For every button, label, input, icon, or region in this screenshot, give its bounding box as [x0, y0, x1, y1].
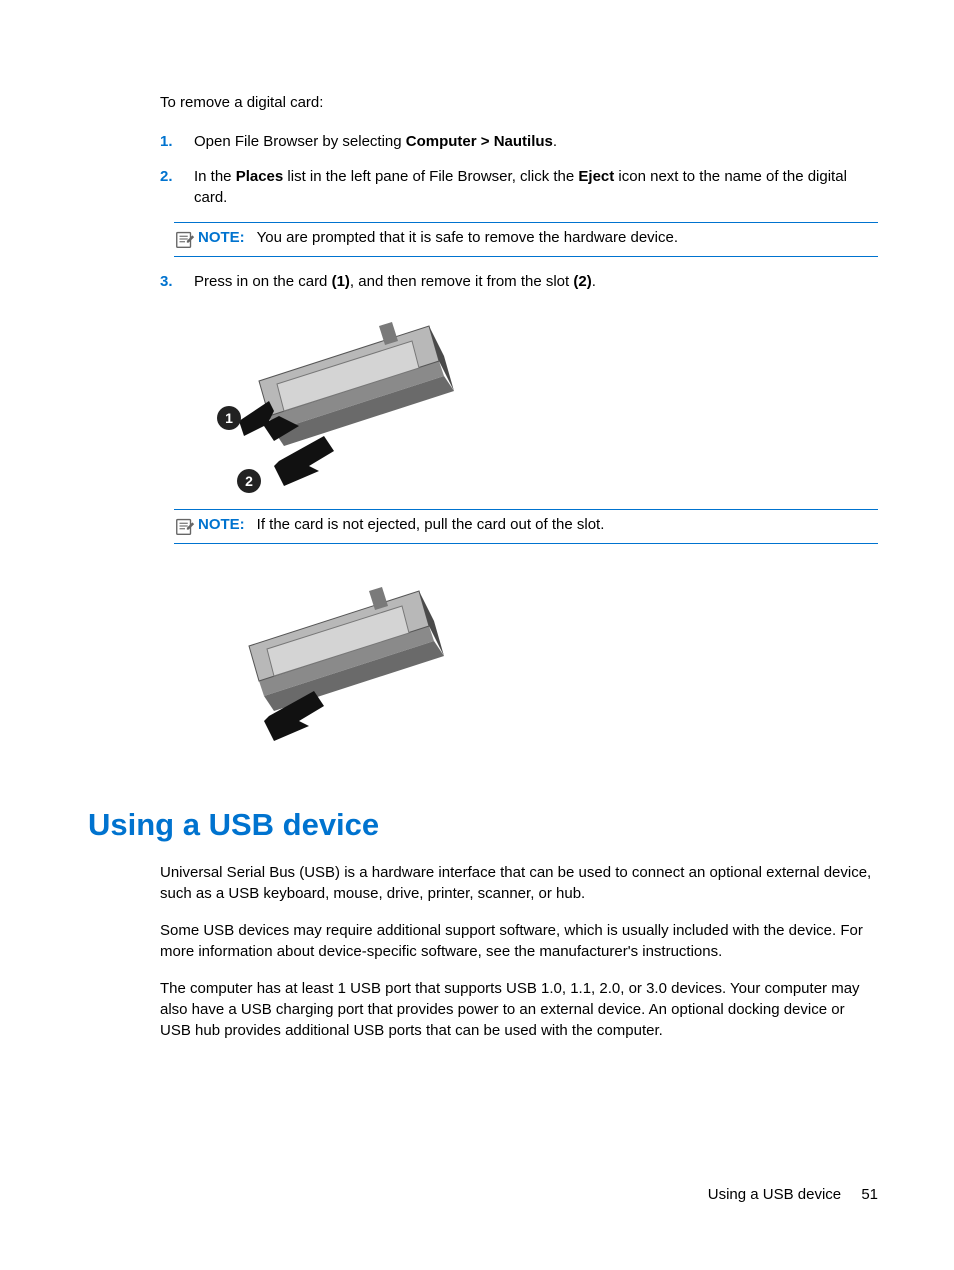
- steps-list: 1. Open File Browser by selecting Comput…: [160, 131, 878, 208]
- step-1: 1. Open File Browser by selecting Comput…: [160, 131, 878, 152]
- text: .: [553, 133, 557, 150]
- illustration-1: 1 2: [174, 306, 878, 501]
- text: Open File Browser by selecting: [194, 133, 406, 150]
- step-body: Press in on the card (1), and then remov…: [194, 271, 878, 292]
- bold-text: (2): [573, 273, 591, 290]
- illustration-2: [174, 576, 878, 751]
- step-number: 3.: [160, 271, 194, 292]
- step-3: 3. Press in on the card (1), and then re…: [160, 271, 878, 292]
- note-text: You are prompted that it is safe to remo…: [257, 227, 878, 248]
- text: In the: [194, 168, 236, 185]
- step-number: 2.: [160, 166, 194, 208]
- paragraph: Some USB devices may require additional …: [160, 920, 878, 962]
- page-number: 51: [861, 1186, 878, 1203]
- note-label: NOTE:: [198, 514, 245, 535]
- note-icon: [174, 515, 196, 537]
- bold-text: (1): [332, 273, 350, 290]
- step-number: 1.: [160, 131, 194, 152]
- note-box-1: NOTE: You are prompted that it is safe t…: [174, 222, 878, 257]
- text: list in the left pane of File Browser, c…: [283, 168, 578, 185]
- svg-text:2: 2: [245, 473, 253, 489]
- note-text: If the card is not ejected, pull the car…: [257, 514, 878, 535]
- page-footer: Using a USB device 51: [708, 1184, 878, 1205]
- bold-text: Computer > Nautilus: [406, 133, 553, 150]
- bold-text: Eject: [578, 168, 614, 185]
- svg-text:1: 1: [225, 410, 233, 426]
- section-body: Universal Serial Bus (USB) is a hardware…: [160, 862, 878, 1041]
- note-icon: [174, 228, 196, 250]
- text: Press in on the card: [194, 273, 332, 290]
- step-body: In the Places list in the left pane of F…: [194, 166, 878, 208]
- text: , and then remove it from the slot: [350, 273, 573, 290]
- steps-list-cont: 3. Press in on the card (1), and then re…: [160, 271, 878, 292]
- paragraph: The computer has at least 1 USB port tha…: [160, 978, 878, 1041]
- step-2: 2. In the Places list in the left pane o…: [160, 166, 878, 208]
- note-box-2: NOTE: If the card is not ejected, pull t…: [174, 509, 878, 544]
- intro-text: To remove a digital card:: [160, 92, 878, 113]
- section-heading-usb: Using a USB device: [88, 803, 878, 846]
- footer-title: Using a USB device: [708, 1186, 841, 1203]
- text: .: [592, 273, 596, 290]
- paragraph: Universal Serial Bus (USB) is a hardware…: [160, 862, 878, 904]
- bold-text: Places: [236, 168, 284, 185]
- step-body: Open File Browser by selecting Computer …: [194, 131, 878, 152]
- note-label: NOTE:: [198, 227, 245, 248]
